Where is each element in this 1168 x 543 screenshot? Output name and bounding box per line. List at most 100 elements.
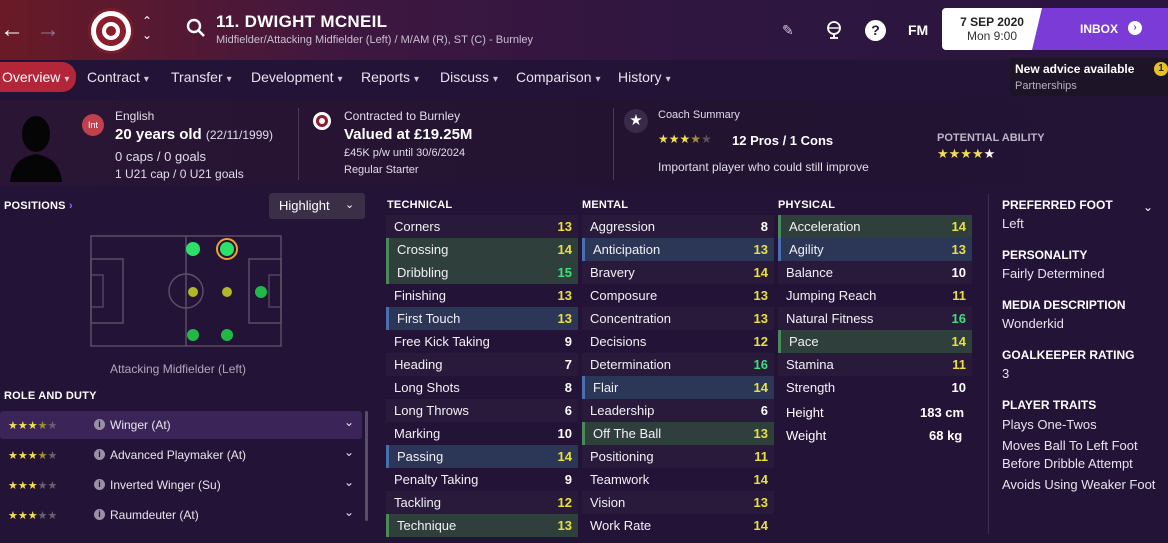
technical-attribute-row[interactable]: Technique 13 bbox=[386, 514, 578, 537]
tab-overview[interactable]: Overview ▾ bbox=[0, 62, 76, 92]
fm-brand[interactable]: FM bbox=[908, 22, 928, 38]
age-text: 20 years old bbox=[115, 126, 202, 143]
personality-label: PERSONALITY bbox=[1002, 248, 1088, 262]
mental-attribute-row[interactable]: Leadership 6 bbox=[582, 399, 774, 422]
chevron-down-icon[interactable]: ⌄ bbox=[344, 498, 354, 526]
globe-icon[interactable] bbox=[824, 19, 844, 39]
technical-attribute-row[interactable]: Tackling 12 bbox=[386, 491, 578, 514]
technical-attribute-row[interactable]: First Touch 13 bbox=[386, 307, 578, 330]
player-switch-chevrons-icon[interactable]: ⌃ ⌄ bbox=[142, 14, 156, 42]
tab-contract[interactable]: Contract ▾ bbox=[87, 62, 149, 92]
attribute-value: 11 bbox=[952, 357, 966, 372]
info-icon[interactable]: i bbox=[94, 419, 105, 430]
technical-attribute-row[interactable]: Passing 14 bbox=[386, 445, 578, 468]
mental-attribute-row[interactable]: Teamwork 14 bbox=[582, 468, 774, 491]
mental-attribute-row[interactable]: Work Rate 14 bbox=[582, 514, 774, 537]
technical-attribute-row[interactable]: Heading 7 bbox=[386, 353, 578, 376]
highlight-dropdown[interactable]: Highlight ⌄ bbox=[269, 193, 365, 219]
physical-attribute-row[interactable]: Strength 10 bbox=[778, 376, 972, 399]
positions-title[interactable]: POSITIONS › bbox=[4, 200, 73, 212]
player-name: 11. DWIGHT MCNEIL bbox=[216, 12, 388, 31]
help-icon[interactable]: ? bbox=[865, 20, 886, 41]
search-icon[interactable] bbox=[186, 18, 206, 38]
mental-attribute-row[interactable]: Determination 16 bbox=[582, 353, 774, 376]
attribute-name: Agility bbox=[789, 242, 824, 257]
media-description: Wonderkid bbox=[1002, 316, 1064, 331]
physical-attribute-row[interactable]: Stamina 11 bbox=[778, 353, 972, 376]
technical-attribute-row[interactable]: Penalty Taking 9 bbox=[386, 468, 578, 491]
attribute-name: Positioning bbox=[590, 449, 654, 464]
technical-attribute-row[interactable]: Long Throws 6 bbox=[386, 399, 578, 422]
role-item[interactable]: ★★★★★ i Winger (At) ⌄ bbox=[0, 411, 362, 439]
highlight-label: Highlight bbox=[279, 198, 330, 213]
mental-attribute-row[interactable]: Positioning 11 bbox=[582, 445, 774, 468]
mental-attribute-row[interactable]: Anticipation 13 bbox=[582, 238, 774, 261]
player-trait: Plays One-Twos bbox=[1002, 417, 1097, 432]
technical-attribute-row[interactable]: Dribbling 15 bbox=[386, 261, 578, 284]
physical-attribute-row[interactable]: Agility 13 bbox=[778, 238, 972, 261]
attribute-value: 6 bbox=[564, 403, 572, 418]
mental-attribute-row[interactable]: Aggression 8 bbox=[582, 215, 774, 238]
tab-development[interactable]: Development ▾ bbox=[251, 62, 343, 92]
physical-attribute-row[interactable]: Balance 10 bbox=[778, 261, 972, 284]
forward-arrow-icon[interactable]: → bbox=[36, 16, 60, 44]
attribute-value: 11 bbox=[952, 288, 966, 303]
role-item[interactable]: ★★★★★ i Inverted Winger (Su) ⌄ bbox=[0, 471, 362, 499]
physical-attribute-row[interactable]: Natural Fitness 16 bbox=[778, 307, 972, 330]
date-panel[interactable]: 7 SEP 2020 Mon 9:00 bbox=[942, 8, 1042, 50]
advice-notification[interactable]: New advice available Partnerships 1 bbox=[1010, 58, 1168, 96]
attribute-value: 13 bbox=[753, 311, 768, 326]
tab-comparison[interactable]: Comparison ▾ bbox=[516, 62, 601, 92]
physical-attribute-row[interactable]: Acceleration 14 bbox=[778, 215, 972, 238]
tab-history[interactable]: History ▾ bbox=[618, 62, 671, 92]
attribute-name: Long Throws bbox=[394, 403, 469, 418]
mental-attribute-row[interactable]: Vision 13 bbox=[582, 491, 774, 514]
role-name: Winger (At) bbox=[110, 418, 171, 432]
media-label: MEDIA DESCRIPTION bbox=[1002, 298, 1126, 312]
attribute-value: 13 bbox=[753, 288, 768, 303]
technical-title: TECHNICAL bbox=[387, 199, 453, 211]
role-item[interactable]: ★★★★★ i Raumdeuter (At) ⌄ bbox=[0, 501, 362, 529]
mental-attribute-row[interactable]: Flair 14 bbox=[582, 376, 774, 399]
role-name: Inverted Winger (Su) bbox=[110, 478, 221, 492]
attribute-name: Tackling bbox=[394, 495, 441, 510]
chevron-down-icon[interactable]: ⌄ bbox=[344, 408, 354, 436]
mental-attribute-row[interactable]: Composure 13 bbox=[582, 284, 774, 307]
right-divider bbox=[988, 194, 989, 534]
chevron-down-icon[interactable]: ⌄ bbox=[344, 468, 354, 496]
tab-reports[interactable]: Reports ▾ bbox=[361, 62, 419, 92]
role-stars: ★★★★★ bbox=[8, 450, 58, 462]
role-stars: ★★★★★ bbox=[8, 510, 58, 522]
mental-attribute-row[interactable]: Bravery 14 bbox=[582, 261, 774, 284]
attribute-value: 8 bbox=[564, 380, 572, 395]
physical-attribute-row[interactable]: Pace 14 bbox=[778, 330, 972, 353]
technical-attribute-row[interactable]: Crossing 14 bbox=[386, 238, 578, 261]
advice-title: New advice available bbox=[1015, 62, 1135, 76]
technical-attribute-row[interactable]: Marking 10 bbox=[386, 422, 578, 445]
tab-discuss[interactable]: Discuss ▾ bbox=[440, 62, 498, 92]
mental-attribute-row[interactable]: Decisions 12 bbox=[582, 330, 774, 353]
back-arrow-icon[interactable]: ← bbox=[0, 16, 24, 44]
attribute-name: Technique bbox=[397, 518, 457, 533]
role-item[interactable]: ★★★★★ i Advanced Playmaker (At) ⌄ bbox=[0, 441, 362, 469]
info-icon[interactable]: i bbox=[94, 449, 105, 460]
technical-attribute-row[interactable]: Free Kick Taking 9 bbox=[386, 330, 578, 353]
collapse-chevron-icon[interactable]: ⌄ bbox=[1143, 200, 1153, 214]
mental-attribute-row[interactable]: Off The Ball 13 bbox=[582, 422, 774, 445]
role-scrollbar[interactable] bbox=[365, 411, 368, 521]
info-icon[interactable]: i bbox=[94, 479, 105, 490]
mental-attribute-row[interactable]: Concentration 13 bbox=[582, 307, 774, 330]
technical-attribute-row[interactable]: Long Shots 8 bbox=[386, 376, 578, 399]
mental-title: MENTAL bbox=[582, 199, 629, 211]
technical-attribute-row[interactable]: Finishing 13 bbox=[386, 284, 578, 307]
physical-attribute-row[interactable]: Jumping Reach 11 bbox=[778, 284, 972, 307]
attribute-value: 14 bbox=[951, 334, 966, 349]
role-stars: ★★★★★ bbox=[8, 480, 58, 492]
edit-icon[interactable]: ✎ bbox=[782, 22, 794, 39]
inbox-button[interactable]: INBOX › bbox=[1032, 8, 1168, 50]
attribute-name: Passing bbox=[397, 449, 444, 464]
technical-attribute-row[interactable]: Corners 13 bbox=[386, 215, 578, 238]
chevron-down-icon[interactable]: ⌄ bbox=[344, 438, 354, 466]
info-icon[interactable]: i bbox=[94, 509, 105, 520]
tab-transfer[interactable]: Transfer ▾ bbox=[171, 62, 232, 92]
